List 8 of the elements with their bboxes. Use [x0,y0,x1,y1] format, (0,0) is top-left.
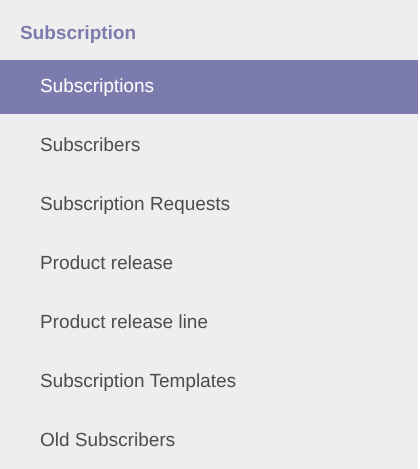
menu-item[interactable]: Product release [0,237,418,291]
menu-item[interactable]: Subscriptions [0,60,418,114]
menu-item[interactable]: Subscription Requests [0,178,418,232]
menu-item[interactable]: Subscription Templates [0,355,418,409]
section-title: Subscription [19,22,138,46]
menu-item[interactable]: Subscribers [0,119,418,173]
menu-item[interactable]: Old Subscribers [0,414,418,468]
menu-item[interactable]: Product release line [0,296,418,350]
